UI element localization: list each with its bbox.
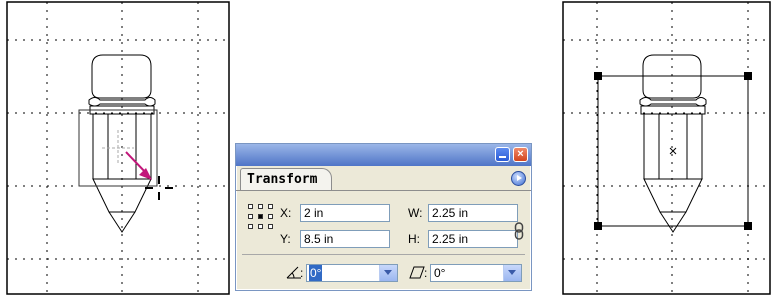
tab-divider (236, 190, 531, 191)
shear-select[interactable]: 0° (430, 264, 522, 282)
y-label: Y: (280, 232, 291, 246)
h-input[interactable]: 2.25 in (428, 230, 518, 248)
panel-menu-icon[interactable] (511, 171, 526, 186)
x-label: X: (280, 206, 292, 220)
rotate-value: 0° (309, 265, 323, 281)
tab-transform[interactable]: Transform (240, 168, 333, 191)
w-input[interactable]: 2.25 in (428, 204, 518, 222)
panel-titlebar[interactable]: × (236, 144, 531, 166)
x-input[interactable]: 2 in (300, 204, 390, 222)
minimize-icon[interactable] (495, 147, 510, 162)
link-icon[interactable] (514, 222, 524, 240)
bounding-box-handle-tl (594, 72, 602, 80)
reference-point-icon[interactable] (248, 204, 274, 230)
chevron-down-icon[interactable] (503, 265, 521, 281)
close-icon[interactable]: × (513, 147, 528, 162)
chevron-down-icon[interactable] (379, 265, 397, 281)
bounding-box-handle-bl (594, 222, 602, 230)
y-input[interactable]: 8.5 in (300, 230, 390, 248)
shear-value: 0° (434, 266, 446, 280)
w-label: W: (408, 206, 423, 220)
shear-angle-icon (409, 266, 425, 279)
shear-label: : (424, 266, 428, 280)
right-artboard-frame (562, 1, 771, 295)
bounding-box-handle-tr (744, 72, 752, 80)
bounding-box-handle-br (744, 222, 752, 230)
h-label: H: (408, 232, 420, 246)
transform-panel: × Transform X: 2 in Y: 8.5 in W: 2.25 in… (235, 143, 532, 291)
rotate-label: : (300, 266, 304, 280)
panel-separator (242, 254, 525, 255)
rotate-select[interactable]: 0° (306, 264, 398, 282)
